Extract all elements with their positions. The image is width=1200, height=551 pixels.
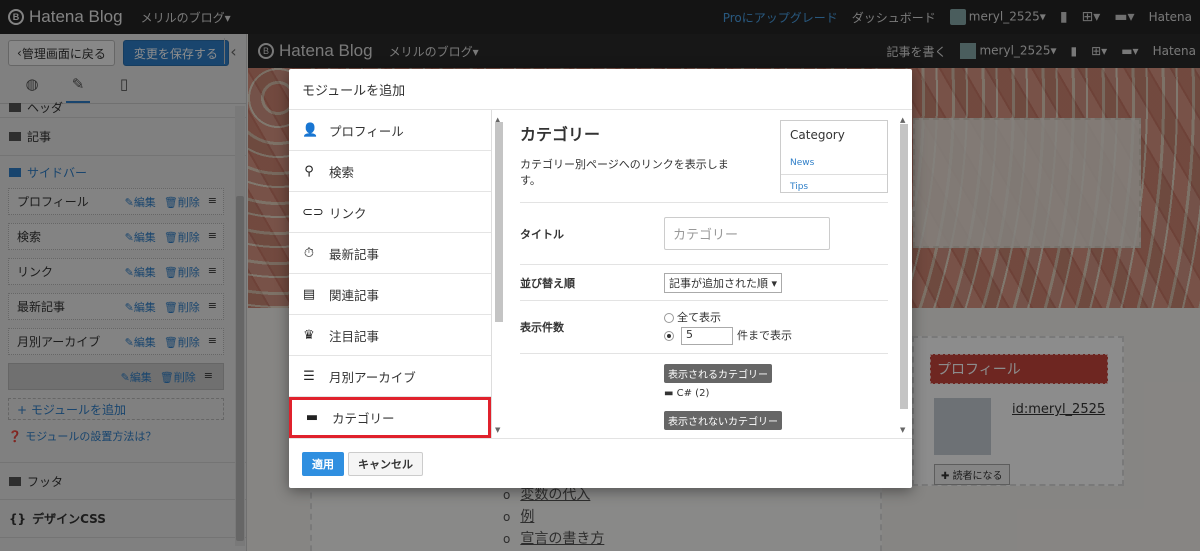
module-type-item[interactable]: ☰ 月別アーカイブ <box>289 356 491 397</box>
module-type-list: 👤 プロフィール ⚲ 検索 ⊂⊃ リンク ⏱ 最新記事 ▤ 関連記事 ♛ 注目記事 ☰ 月別アーカイブ ▬ カ… <box>289 110 492 438</box>
category-preview-heading: Category <box>790 128 845 142</box>
module-detail-panel: カテゴリー カテゴリー別ページへのリンクを表示します。 Category New… <box>508 110 898 438</box>
module-type-item[interactable]: ⏱ 最新記事 <box>289 233 491 274</box>
module-type-item[interactable]: ▬ カテゴリー <box>289 397 491 438</box>
sort-select[interactable]: 記事が追加された順 ▾ <box>664 272 783 293</box>
cancel-button[interactable]: キャンセル <box>348 451 423 476</box>
module-list-scrollbar[interactable]: ▲ ▼ <box>494 116 504 434</box>
module-type-item[interactable]: ⊂⊃ リンク <box>289 192 491 233</box>
module-type-label: リンク <box>329 205 367 221</box>
module-type-item[interactable]: ▤ 関連記事 <box>289 274 491 315</box>
scrollbar-thumb <box>495 122 503 322</box>
module-type-label: 月別アーカイブ <box>329 369 416 385</box>
link-icon: ⊂⊃ <box>302 204 324 220</box>
dialog-title: モジュールを追加 <box>289 69 912 110</box>
list-icon: ☰ <box>303 368 315 384</box>
scroll-down-icon: ▼ <box>495 426 501 434</box>
count-label: 表示件数 <box>520 321 564 334</box>
shown-categories-tag: 表示されるカテゴリー <box>664 364 772 383</box>
module-type-label: プロフィール <box>329 123 404 139</box>
module-type-label: 注目記事 <box>329 328 380 344</box>
module-type-label: 関連記事 <box>329 287 380 303</box>
title-row: タイトル カテゴリー <box>520 202 888 264</box>
detail-description: カテゴリー別ページへのリンクを表示します。 <box>520 158 729 187</box>
search-icon: ⚲ <box>304 163 314 179</box>
hidden-categories-tag: 表示されないカテゴリー <box>664 411 782 430</box>
sort-label: 並び替え順 <box>520 276 575 290</box>
scrollbar-thumb <box>900 124 908 409</box>
folder-icon: ▬ <box>664 388 674 399</box>
sort-row: 並び替え順 記事が追加された順 ▾ <box>520 264 888 300</box>
show-all-radio[interactable]: 全て表示 <box>664 309 792 325</box>
add-module-dialog: モジュールを追加 👤 プロフィール ⚲ 検索 ⊂⊃ リンク ⏱ 最新記事 ▤ 関連記事 ♛ 注目記事 ☰… <box>289 69 912 488</box>
scroll-up-icon: ▲ <box>900 116 906 124</box>
module-type-label: カテゴリー <box>332 411 395 426</box>
shown-category-item[interactable]: ▬ C# (2) <box>664 388 782 399</box>
module-type-item[interactable]: ⚲ 検索 <box>289 151 491 192</box>
scroll-down-icon: ▼ <box>900 426 906 434</box>
apply-button[interactable]: 適用 <box>302 451 344 476</box>
count-input[interactable]: 5 <box>681 327 733 345</box>
module-type-item[interactable]: ♛ 注目記事 <box>289 315 491 356</box>
dialog-footer: 適用 キャンセル <box>289 438 912 488</box>
crown-icon: ♛ <box>303 327 315 343</box>
category-preview-item: Tips <box>790 182 809 192</box>
count-row: 表示件数 全て表示 5 件まで表示 <box>520 300 888 353</box>
module-type-label: 最新記事 <box>329 246 380 262</box>
stopwatch-icon: ⏱ <box>303 245 315 261</box>
title-label: タイトル <box>520 227 564 241</box>
module-type-label: 検索 <box>329 164 355 180</box>
person-icon: 👤 <box>302 122 319 138</box>
limit-radio[interactable]: 5 件まで表示 <box>664 327 792 345</box>
title-input[interactable]: カテゴリー <box>664 217 830 250</box>
module-type-item[interactable]: 👤 プロフィール <box>289 110 491 151</box>
category-preview: Category News Tips <box>780 120 888 193</box>
folder-icon: ▬ <box>305 410 319 425</box>
detail-scrollbar[interactable]: ▲ ▼ <box>898 116 910 434</box>
category-preview-item: News <box>781 151 887 175</box>
category-filter-row: 表示されるカテゴリー ▬ C# (2) 表示されないカテゴリー <box>520 353 888 438</box>
document-icon: ▤ <box>302 286 316 302</box>
radio-checked-icon <box>664 331 674 341</box>
radio-icon <box>664 313 674 323</box>
